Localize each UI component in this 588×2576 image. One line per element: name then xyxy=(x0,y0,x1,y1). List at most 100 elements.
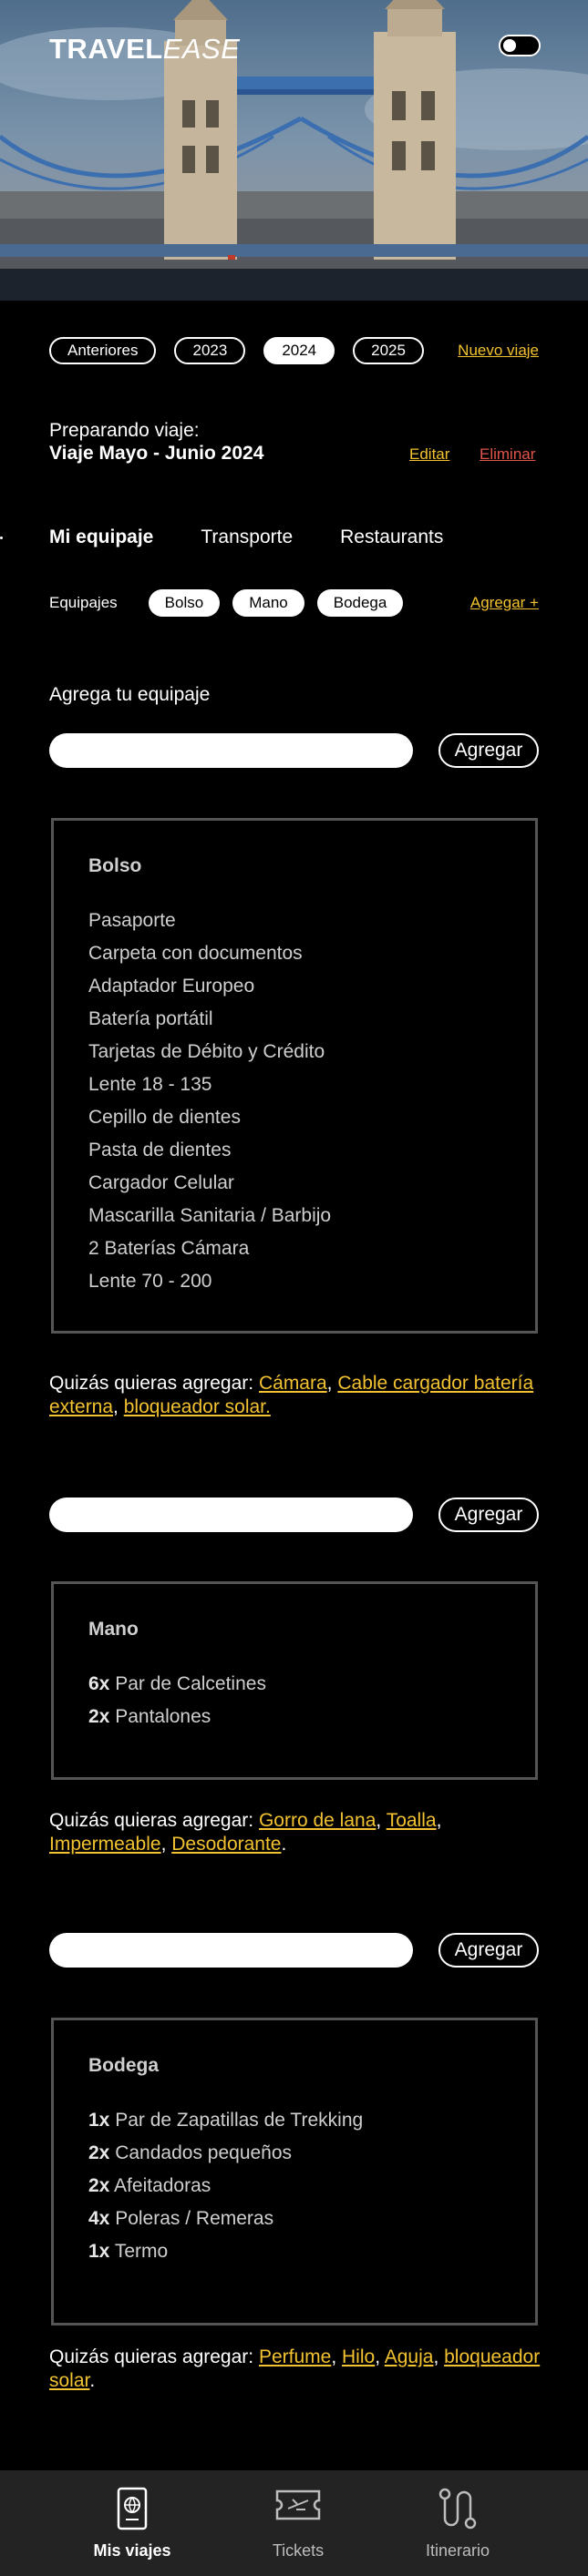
list-item: Batería portátil xyxy=(88,1008,213,1029)
tab-restaurants[interactable]: Restaurants xyxy=(340,526,443,548)
nav-label: Tickets xyxy=(272,2541,325,2560)
add-item-button-bodega[interactable]: Agregar xyxy=(438,1933,539,1968)
list-item: Mascarilla Sanitaria / Barbijo xyxy=(88,1205,332,1226)
list-item: Cepillo de dientes xyxy=(88,1107,241,1128)
item-qty: 2x xyxy=(88,1706,110,1727)
suggestions-mano: Quizás quieras agregar: Gorro de lana, T… xyxy=(49,1810,442,1855)
theme-toggle[interactable] xyxy=(499,35,541,56)
route-icon xyxy=(438,2488,477,2530)
item-text: Par de Zapatillas de Trekking xyxy=(115,2110,364,2131)
suggest-prefix: Quizás quieras agregar: xyxy=(49,1373,254,1394)
add-luggage-link[interactable]: Agregar + xyxy=(470,594,539,612)
tab-mi-equipaje[interactable]: Mi equipaje xyxy=(49,526,153,548)
luggage-box-bolso: Bolso Pasaporte Carpeta con documentos A… xyxy=(51,818,538,1334)
luggage-box-mano: Mano 6x Par de Calcetines 2x Pantalones xyxy=(51,1581,538,1780)
suggestion-link[interactable]: Cámara xyxy=(259,1373,327,1394)
luggage-filter: Equipajes Bolso Mano Bodega xyxy=(49,589,404,617)
list-item: 2x Pantalones xyxy=(88,1701,266,1733)
list-item: 1x Par de Zapatillas de Trekking xyxy=(88,2104,363,2137)
hero-image: TRAVELEASE xyxy=(0,0,588,301)
suggestion-link[interactable]: Impermeable xyxy=(49,1834,161,1855)
chip-mano[interactable]: Mano xyxy=(232,589,304,617)
add-luggage-title: Agrega tu equipaje xyxy=(49,684,211,705)
delete-trip-link[interactable]: Eliminar xyxy=(480,445,535,464)
tab-transporte[interactable]: Transporte xyxy=(201,526,293,548)
year-pill-2025[interactable]: 2025 xyxy=(353,337,424,364)
item-text: Termo xyxy=(114,2241,169,2262)
edit-trip-link[interactable]: Editar xyxy=(409,445,449,464)
year-selector: Anteriores 2023 2024 2025 xyxy=(49,337,424,364)
box-title: Bolso xyxy=(88,855,142,876)
suggestion-link[interactable]: Perfume xyxy=(259,2346,331,2367)
nav-tickets[interactable]: Tickets xyxy=(225,2470,371,2576)
toggle-knob xyxy=(503,39,516,52)
suggestion-link[interactable]: Toalla xyxy=(387,1810,437,1831)
item-list: 6x Par de Calcetines 2x Pantalones xyxy=(88,1668,266,1733)
item-list: 1x Par de Zapatillas de Trekking 2x Cand… xyxy=(88,2104,363,2268)
box-title: Mano xyxy=(88,1619,139,1640)
passport-icon xyxy=(117,2487,148,2530)
item-qty: 2x xyxy=(88,2175,110,2196)
list-item: 2 Baterías Cámara xyxy=(88,1238,250,1259)
suggest-prefix: Quizás quieras agregar: xyxy=(49,2346,254,2367)
item-text: Afeitadoras xyxy=(114,2175,211,2196)
nav-itinerario[interactable]: Itinerario xyxy=(385,2470,531,2576)
tab-scroll-indicator xyxy=(0,537,3,539)
chip-bodega[interactable]: Bodega xyxy=(316,589,404,617)
section-tabs: Mi equipaje Transporte Restaurants xyxy=(49,526,443,548)
list-item: Cargador Celular xyxy=(88,1172,234,1193)
item-qty: 4x xyxy=(88,2208,110,2229)
item-text: Pantalones xyxy=(115,1706,211,1727)
luggage-box-bodega: Bodega 1x Par de Zapatillas de Trekking … xyxy=(51,2018,538,2326)
nav-label: Itinerario xyxy=(425,2541,490,2560)
list-item: Adaptador Europeo xyxy=(88,976,255,997)
add-item-input-mano[interactable] xyxy=(49,1498,413,1532)
add-item-row-bolso: Agregar xyxy=(49,733,539,768)
item-text: Poleras / Remeras xyxy=(115,2208,274,2229)
luggage-label: Equipajes xyxy=(49,594,118,611)
nav-mis-viajes[interactable]: Mis viajes xyxy=(59,2470,205,2576)
item-qty: 2x xyxy=(88,2142,110,2163)
nav-label: Mis viajes xyxy=(93,2541,171,2560)
app-logo[interactable]: TRAVELEASE xyxy=(49,33,240,66)
suggestion-link[interactable]: Hilo xyxy=(342,2346,375,2367)
list-item: 1x Termo xyxy=(88,2235,363,2268)
list-item: Lente 70 - 200 xyxy=(88,1271,212,1292)
add-item-row-bodega: Agregar xyxy=(49,1933,539,1968)
item-qty: 1x xyxy=(88,2110,110,2131)
suggestion-link[interactable]: Desodorante xyxy=(171,1834,281,1855)
list-item: Tarjetas de Débito y Crédito xyxy=(88,1041,325,1062)
list-item: Carpeta con documentos xyxy=(88,943,303,964)
list-item: 6x Par de Calcetines xyxy=(88,1668,266,1701)
add-item-input-bodega[interactable] xyxy=(49,1933,413,1968)
chip-bolso[interactable]: Bolso xyxy=(148,589,221,617)
suggestion-link[interactable]: bloqueador solar. xyxy=(124,1396,271,1417)
year-pill-2023[interactable]: 2023 xyxy=(174,337,246,364)
item-list: Pasaporte Carpeta con documentos Adaptad… xyxy=(88,905,331,1298)
trip-title: Viaje Mayo - Junio 2024 xyxy=(49,443,264,464)
item-text: Candados pequeños xyxy=(115,2142,293,2163)
list-item: 4x Poleras / Remeras xyxy=(88,2203,363,2235)
add-item-input-bolso[interactable] xyxy=(49,733,413,768)
new-trip-link[interactable]: Nuevo viaje xyxy=(458,342,539,360)
item-text: Par de Calcetines xyxy=(115,1673,266,1694)
add-item-row-mano: Agregar xyxy=(49,1498,539,1532)
add-item-button-bolso[interactable]: Agregar xyxy=(438,733,539,768)
item-qty: 1x xyxy=(88,2241,110,2262)
suggestions-bolso: Quizás quieras agregar: Cámara, Cable ca… xyxy=(49,1373,534,1417)
year-pill-2024[interactable]: 2024 xyxy=(263,337,335,364)
year-pill-anteriores[interactable]: Anteriores xyxy=(49,337,157,364)
list-item: 2x Afeitadoras xyxy=(88,2170,363,2203)
box-title: Bodega xyxy=(88,2055,160,2076)
trip-label: Preparando viaje: xyxy=(49,420,200,441)
list-item: 2x Candados pequeños xyxy=(88,2137,363,2170)
add-item-button-mano[interactable]: Agregar xyxy=(438,1498,539,1532)
suggestion-link[interactable]: Aguja xyxy=(385,2346,434,2367)
suggestion-link[interactable]: Gorro de lana xyxy=(259,1810,376,1831)
ticket-icon xyxy=(275,2489,321,2520)
bottom-navigation: Mis viajes Tickets Itinerario xyxy=(0,2470,588,2576)
item-qty: 6x xyxy=(88,1673,110,1694)
list-item: Pasta de dientes xyxy=(88,1140,232,1160)
list-item: Pasaporte xyxy=(88,910,176,931)
suggest-prefix: Quizás quieras agregar: xyxy=(49,1810,254,1831)
